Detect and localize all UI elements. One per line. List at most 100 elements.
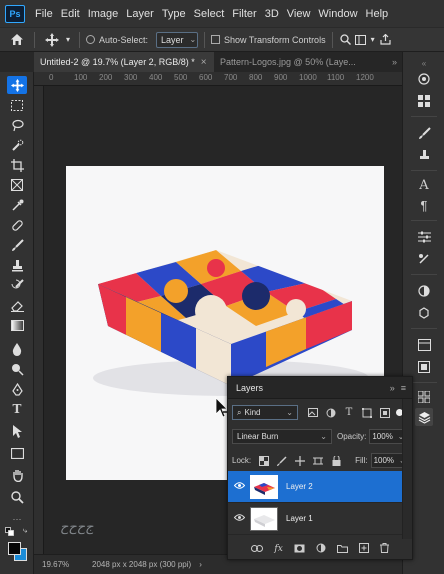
show-transform-checkbox[interactable] bbox=[211, 35, 221, 44]
panel-collapse-icon[interactable]: » bbox=[390, 383, 395, 393]
status-arrow-icon[interactable]: › bbox=[199, 560, 202, 569]
menu-type[interactable]: Type bbox=[158, 8, 190, 20]
layer-filter-row: ⌕ Kind ⌄ T bbox=[232, 405, 403, 420]
layers-scrollbar[interactable] bbox=[402, 399, 412, 539]
new-adjustment-layer-icon[interactable] bbox=[316, 543, 326, 555]
visibility-eye-icon[interactable] bbox=[228, 513, 250, 524]
type-tool-icon[interactable]: T bbox=[7, 400, 27, 418]
lock-position-icon[interactable] bbox=[293, 454, 307, 468]
menu-edit[interactable]: Edit bbox=[57, 8, 84, 20]
marquee-tool-icon[interactable] bbox=[7, 96, 27, 114]
properties-panel-icon[interactable] bbox=[415, 304, 433, 322]
dodge-tool-icon[interactable] bbox=[7, 360, 27, 378]
healing-brush-tool-icon[interactable] bbox=[7, 216, 27, 234]
panel-menu-icon[interactable]: ≡ bbox=[401, 383, 406, 393]
delete-layer-icon[interactable] bbox=[379, 543, 389, 555]
clone-stamp-tool-icon[interactable] bbox=[7, 256, 27, 274]
filter-adjustment-icon[interactable] bbox=[324, 406, 338, 420]
navigator-panel-icon[interactable] bbox=[415, 358, 433, 376]
default-colors-icon[interactable] bbox=[4, 526, 14, 536]
tab-pattern-logos[interactable]: Pattern-Logos.jpg @ 50% (Laye... bbox=[214, 52, 386, 72]
eraser-tool-icon[interactable] bbox=[7, 296, 27, 314]
layer-filter-dropdown[interactable]: ⌕ Kind ⌄ bbox=[232, 405, 298, 420]
paragraph-panel-icon[interactable]: ¶ bbox=[415, 196, 433, 214]
filter-kind-value: Kind bbox=[244, 408, 261, 417]
menu-view[interactable]: View bbox=[283, 8, 315, 20]
tab-untitled-2[interactable]: Untitled-2 @ 19.7% (Layer 2, RGB/8) * × bbox=[34, 52, 214, 72]
eyedropper-tool-icon[interactable] bbox=[7, 196, 27, 214]
more-tabs-icon[interactable]: » bbox=[386, 52, 402, 72]
clone-source-icon[interactable] bbox=[415, 146, 433, 164]
gradient-tool-icon[interactable] bbox=[7, 316, 27, 334]
layer-name[interactable]: Layer 2 bbox=[286, 482, 313, 491]
zoom-tool-icon[interactable] bbox=[7, 488, 27, 506]
brush-settings-icon[interactable] bbox=[415, 124, 433, 142]
tool-preset-arrow-icon[interactable]: ▾ bbox=[63, 35, 73, 44]
frame-tool-icon[interactable] bbox=[7, 176, 27, 194]
lasso-tool-icon[interactable] bbox=[7, 116, 27, 134]
layer-name[interactable]: Layer 1 bbox=[286, 514, 313, 523]
search-icon[interactable] bbox=[339, 34, 353, 45]
workspace-icon[interactable] bbox=[353, 34, 369, 45]
channels-panel-icon[interactable] bbox=[415, 388, 433, 406]
filter-smart-object-icon[interactable] bbox=[378, 406, 392, 420]
move-tool-icon[interactable] bbox=[7, 76, 27, 94]
filter-shape-icon[interactable] bbox=[360, 406, 374, 420]
options-bar: ▾ Auto-Select: Layer ⌄ Show Transform Co… bbox=[0, 27, 444, 52]
styles-panel-icon[interactable] bbox=[415, 250, 433, 268]
menu-help[interactable]: Help bbox=[362, 8, 393, 20]
lock-all-icon[interactable] bbox=[329, 454, 343, 468]
layers-panel-title[interactable]: Layers bbox=[236, 383, 263, 393]
filter-type-icon[interactable]: T bbox=[342, 406, 356, 420]
brush-tool-icon[interactable] bbox=[7, 236, 27, 254]
share-icon[interactable] bbox=[377, 34, 395, 45]
link-layers-icon[interactable] bbox=[251, 544, 264, 554]
visibility-eye-icon[interactable] bbox=[228, 481, 250, 492]
add-mask-icon[interactable] bbox=[294, 544, 305, 555]
layer-row-layer-1[interactable]: Layer 1 bbox=[228, 503, 402, 535]
lock-artboard-icon[interactable] bbox=[311, 454, 325, 468]
tab-label: Untitled-2 @ 19.7% (Layer 2, RGB/8) * bbox=[40, 57, 195, 67]
menu-window[interactable]: Window bbox=[314, 8, 361, 20]
blend-mode-dropdown[interactable]: Linear Burn ⌄ bbox=[232, 429, 332, 444]
adjustments-panel-icon[interactable] bbox=[415, 228, 433, 246]
history-brush-tool-icon[interactable] bbox=[7, 276, 27, 294]
path-selection-tool-icon[interactable] bbox=[7, 422, 27, 440]
menu-3d[interactable]: 3D bbox=[261, 8, 283, 20]
pen-tool-icon[interactable] bbox=[7, 380, 27, 398]
move-tool-icon[interactable] bbox=[41, 32, 63, 47]
lock-image-icon[interactable] bbox=[275, 454, 289, 468]
quick-select-tool-icon[interactable] bbox=[7, 136, 27, 154]
close-icon[interactable]: × bbox=[201, 57, 207, 68]
menu-filter[interactable]: Filter bbox=[228, 8, 260, 20]
layer-row-layer-2[interactable]: Layer 2 bbox=[228, 471, 402, 503]
lock-transparent-icon[interactable] bbox=[257, 454, 271, 468]
character-panel-icon[interactable]: A bbox=[415, 176, 433, 194]
hand-tool-icon[interactable] bbox=[7, 466, 27, 484]
menu-select[interactable]: Select bbox=[190, 8, 229, 20]
blur-tool-icon[interactable] bbox=[7, 340, 27, 358]
zoom-level[interactable]: 19.67% bbox=[42, 560, 82, 569]
new-layer-icon[interactable] bbox=[358, 543, 369, 555]
rectangle-tool-icon[interactable] bbox=[7, 444, 27, 462]
crop-tool-icon[interactable] bbox=[7, 156, 27, 174]
layers-panel-icon[interactable] bbox=[415, 408, 433, 426]
libraries-panel-icon[interactable] bbox=[415, 282, 433, 300]
workspace-arrow-icon[interactable]: ▾ bbox=[369, 35, 377, 44]
swatches-panel-icon[interactable] bbox=[415, 92, 433, 110]
swap-colors-icon[interactable]: ⤷ bbox=[20, 526, 30, 536]
menu-layer[interactable]: Layer bbox=[122, 8, 158, 20]
layer-thumbnail bbox=[250, 506, 278, 531]
auto-select-checkbox[interactable] bbox=[86, 35, 95, 44]
foreground-color-swatch[interactable] bbox=[8, 542, 21, 555]
color-panel-icon[interactable] bbox=[415, 70, 433, 88]
menu-file[interactable]: File bbox=[31, 8, 57, 20]
filter-pixel-icon[interactable] bbox=[306, 406, 320, 420]
menu-image[interactable]: Image bbox=[84, 8, 123, 20]
info-panel-icon[interactable] bbox=[415, 336, 433, 354]
layer-style-fx-icon[interactable]: fx bbox=[274, 544, 282, 554]
menu-bar: Ps File Edit Image Layer Type Select Fil… bbox=[0, 0, 444, 27]
new-group-icon[interactable] bbox=[336, 544, 348, 555]
home-icon[interactable] bbox=[0, 33, 34, 46]
auto-select-dropdown[interactable]: Layer ⌄ bbox=[156, 31, 199, 48]
